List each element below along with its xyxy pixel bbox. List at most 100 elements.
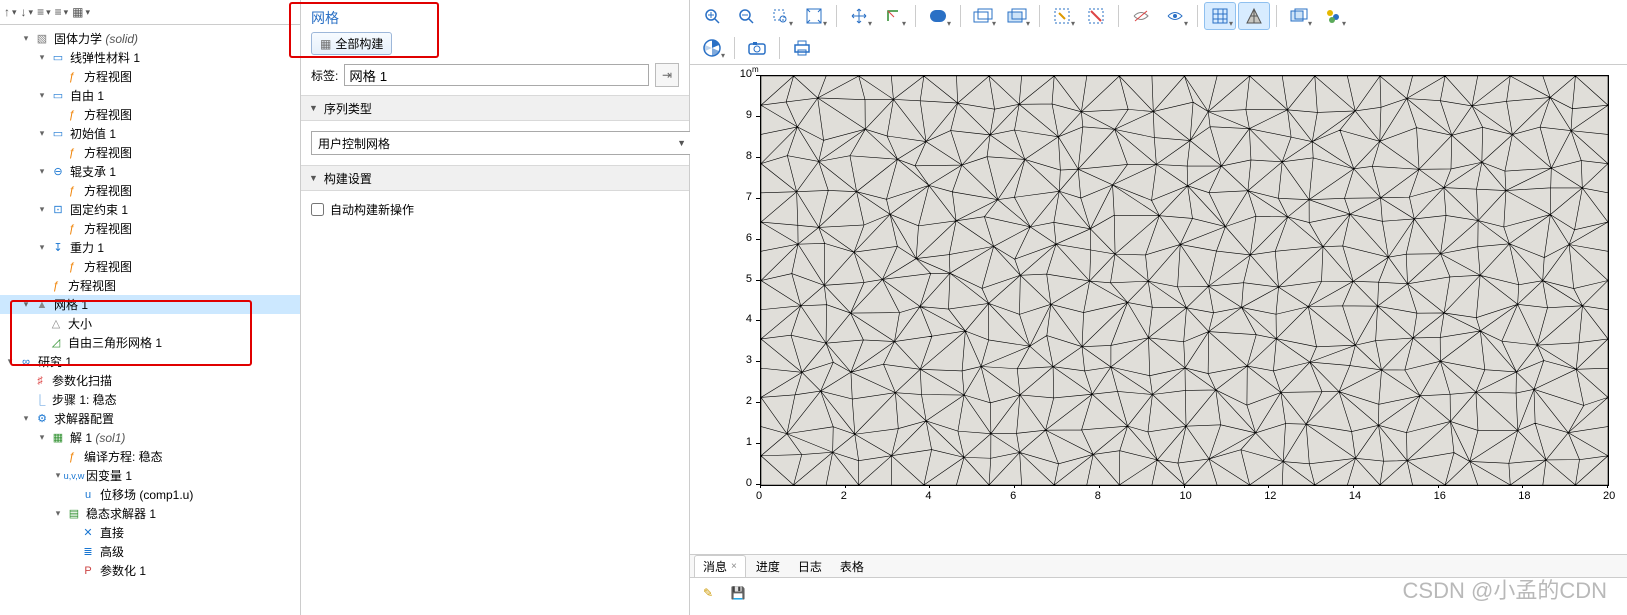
node-size[interactable]: △ 大小 <box>0 314 300 333</box>
node-label: 位移场 (comp1.u) <box>100 486 193 503</box>
deselect-icon[interactable] <box>1080 2 1112 30</box>
label-input[interactable] <box>344 64 649 86</box>
equation-view-icon: ƒ <box>64 145 80 161</box>
node-direct[interactable]: ✕ 直接 <box>0 523 300 542</box>
show-icon[interactable] <box>1159 2 1191 30</box>
node-label: 自由三角形网格 1 <box>68 334 162 351</box>
tree-expand-all-icon[interactable]: ↓▾ <box>21 5 34 19</box>
dependent-var-icon: u,v,w <box>66 468 82 484</box>
zoom-in-icon[interactable] <box>696 2 728 30</box>
x-tick-label: 18 <box>1518 490 1530 502</box>
snapshot-icon[interactable] <box>741 34 773 62</box>
x-tick-label: 20 <box>1603 490 1615 502</box>
initial-values-icon: ▭ <box>50 126 66 142</box>
clear-messages-icon[interactable]: ✎ <box>696 582 720 604</box>
node-mesh[interactable]: ▾ ▲ 网格 1 <box>0 295 300 314</box>
y-tick-label: 3 <box>746 354 752 366</box>
tab-table[interactable]: 表格 <box>832 556 872 577</box>
tree-sort-icon[interactable]: ≡ ▾ <box>55 5 69 19</box>
direct-solver-icon: ✕ <box>80 525 96 541</box>
node-linear-elastic[interactable]: ▾ ▭ 线弹性材料 1 <box>0 48 300 67</box>
bottom-tabs: 消息× 进度 日志 表格 <box>690 555 1627 578</box>
save-messages-icon[interactable]: 💾 <box>726 582 750 604</box>
close-icon[interactable]: × <box>731 561 737 572</box>
field-icon: u <box>80 487 96 503</box>
graphics-canvas[interactable]: m01234567891002468101214161820 <box>690 65 1627 554</box>
section-sequence-type[interactable]: ▼ 序列类型 <box>301 95 689 121</box>
roller-icon: ⊖ <box>50 164 66 180</box>
tab-progress[interactable]: 进度 <box>748 556 788 577</box>
tree-collapse-all-icon[interactable]: ↑▾ <box>4 5 17 19</box>
node-stat-solver[interactable]: ▾ ▤ 稳态求解器 1 <box>0 504 300 523</box>
node-eqview-3[interactable]: ƒ 方程视图 <box>0 143 300 162</box>
transparency-icon[interactable] <box>1001 2 1033 30</box>
goto-node-button[interactable]: ⇥ <box>655 63 679 87</box>
node-advanced[interactable]: ≣ 高级 <box>0 542 300 561</box>
tree-view-icon[interactable]: ▦▾ <box>72 5 90 19</box>
node-eqview-4[interactable]: ƒ 方程视图 <box>0 181 300 200</box>
y-tick-label: 7 <box>746 191 752 203</box>
print-icon[interactable] <box>786 34 818 62</box>
node-study[interactable]: ▾ ∞ 研究 1 <box>0 352 300 371</box>
view-list-icon[interactable] <box>1317 2 1349 30</box>
node-initial[interactable]: ▾ ▭ 初始值 1 <box>0 124 300 143</box>
node-step[interactable]: ⎿ 步骤 1: 稳态 <box>0 390 300 409</box>
node-depvar[interactable]: ▾ u,v,w 因变量 1 <box>0 466 300 485</box>
node-sol[interactable]: ▾ ▦ 解 1 (sol1) <box>0 428 300 447</box>
node-compile[interactable]: ƒ 编译方程: 稳态 <box>0 447 300 466</box>
zoom-extents-icon[interactable] <box>798 2 830 30</box>
tab-messages[interactable]: 消息× <box>694 555 746 577</box>
node-disp-field[interactable]: u 位移场 (comp1.u) <box>0 485 300 504</box>
rotate-icon[interactable] <box>877 2 909 30</box>
node-label: 方程视图 <box>84 220 132 237</box>
sequence-type-dropdown[interactable]: 用户控制网格 ▼ <box>311 131 693 155</box>
tab-log[interactable]: 日志 <box>790 556 830 577</box>
node-solid-mechanics[interactable]: ▾ ▧ 固体力学 (solid) <box>0 29 300 48</box>
node-label: 解 1 <box>70 429 92 446</box>
auto-build-checkbox-row[interactable]: 自动构建新操作 <box>311 201 679 218</box>
mesh-plot <box>760 75 1609 486</box>
node-eqview-7[interactable]: ƒ 方程视图 <box>0 276 300 295</box>
zoom-out-icon[interactable] <box>730 2 762 30</box>
camera-aperture-icon[interactable] <box>696 34 728 62</box>
section-build-settings[interactable]: ▼ 构建设置 <box>301 165 689 191</box>
pan-icon[interactable] <box>843 2 875 30</box>
node-label: 参数化 1 <box>100 562 146 579</box>
scene-light-icon[interactable] <box>1283 2 1315 30</box>
tree-filter-icon[interactable]: ≡▾ <box>37 5 51 19</box>
node-label: 高级 <box>100 543 124 560</box>
study-icon: ∞ <box>18 354 34 370</box>
node-gravity[interactable]: ▾ ↧ 重力 1 <box>0 238 300 257</box>
section-arrow-icon: ▼ <box>309 103 318 113</box>
node-label: 直接 <box>100 524 124 541</box>
node-roller[interactable]: ▾ ⊖ 辊支承 1 <box>0 162 300 181</box>
solver-config-icon: ⚙ <box>34 411 50 427</box>
hide-icon[interactable] <box>1125 2 1157 30</box>
x-tick-label: 10 <box>1180 490 1192 502</box>
node-param-sweep[interactable]: ♯ 参数化扫描 <box>0 371 300 390</box>
grid-icon[interactable] <box>1204 2 1236 30</box>
equation-view-icon: ƒ <box>64 259 80 275</box>
tree-toolbar: ↑▾ ↓▾ ≡▾ ≡ ▾ ▦▾ <box>0 0 300 25</box>
build-all-button[interactable]: ▦ 全部构建 <box>311 32 392 55</box>
node-label: 研究 1 <box>38 353 72 370</box>
checkbox-label: 自动构建新操作 <box>330 201 414 218</box>
node-eqview-2[interactable]: ƒ 方程视图 <box>0 105 300 124</box>
node-eqview-1[interactable]: ƒ 方程视图 <box>0 67 300 86</box>
settings-panel: 网格 ▦ 全部构建 标签: ⇥ ▼ 序列类型 用户控制网格 ▼ ▼ <box>301 0 690 615</box>
clip-plane-icon[interactable] <box>967 2 999 30</box>
select-domain-icon[interactable] <box>922 2 954 30</box>
zoom-box-icon[interactable] <box>764 2 796 30</box>
auto-build-checkbox[interactable] <box>311 203 324 216</box>
mesh-render-icon[interactable] <box>1238 2 1270 30</box>
node-eqview-6[interactable]: ƒ 方程视图 <box>0 257 300 276</box>
node-eqview-5[interactable]: ƒ 方程视图 <box>0 219 300 238</box>
model-tree: ▾ ▧ 固体力学 (solid) ▾ ▭ 线弹性材料 1 ƒ 方程视图 ▾ ▭ … <box>0 25 300 584</box>
node-fixed[interactable]: ▾ ⊡ 固定约束 1 <box>0 200 300 219</box>
solid-mechanics-icon: ▧ <box>34 31 50 47</box>
node-free[interactable]: ▾ ▭ 自由 1 <box>0 86 300 105</box>
node-parametric[interactable]: P 参数化 1 <box>0 561 300 580</box>
node-free-tri[interactable]: ◿ 自由三角形网格 1 <box>0 333 300 352</box>
select-box-icon[interactable] <box>1046 2 1078 30</box>
node-solver-cfg[interactable]: ▾ ⚙ 求解器配置 <box>0 409 300 428</box>
